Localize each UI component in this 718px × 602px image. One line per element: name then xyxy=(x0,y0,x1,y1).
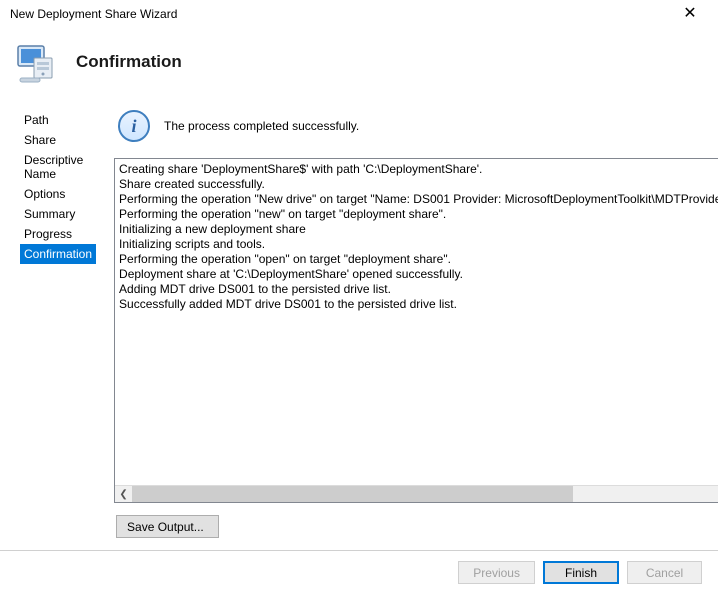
wizard-step-share[interactable]: Share xyxy=(20,130,96,150)
log-line: Deployment share at 'C:\DeploymentShare'… xyxy=(119,267,718,282)
log-line: Adding MDT drive DS001 to the persisted … xyxy=(119,282,718,297)
wizard-step-progress[interactable]: Progress xyxy=(20,224,96,244)
wizard-step-confirmation[interactable]: Confirmation xyxy=(20,244,96,264)
wizard-step-path[interactable]: Path xyxy=(20,110,96,130)
scroll-track[interactable] xyxy=(132,486,718,502)
wizard-footer: Previous Finish Cancel xyxy=(0,550,718,594)
window-title: New Deployment Share Wizard xyxy=(10,7,177,21)
wizard-body: PathShareDescriptive NameOptionsSummaryP… xyxy=(0,102,718,546)
wizard-header: Confirmation xyxy=(0,28,718,102)
steps-sidebar: PathShareDescriptive NameOptionsSummaryP… xyxy=(0,102,104,546)
log-line: Successfully added MDT drive DS001 to th… xyxy=(119,297,718,312)
info-icon: i xyxy=(118,110,150,142)
main-panel: i The process completed successfully. Cr… xyxy=(104,102,718,546)
status-message: The process completed successfully. xyxy=(164,119,359,133)
scroll-thumb[interactable] xyxy=(132,486,573,502)
log-output[interactable]: Creating share 'DeploymentShare$' with p… xyxy=(114,158,718,503)
save-output-button[interactable]: Save Output... xyxy=(116,515,219,538)
close-icon[interactable]: ✕ xyxy=(670,0,710,28)
log-line: Performing the operation "New drive" on … xyxy=(119,192,718,207)
log-line: Share created successfully. xyxy=(119,177,718,192)
log-line: Performing the operation "open" on targe… xyxy=(119,252,718,267)
output-buttons-row: Save Output... View Script xyxy=(114,503,718,538)
log-line: Initializing scripts and tools. xyxy=(119,237,718,252)
horizontal-scrollbar[interactable]: ❮ ❯ xyxy=(115,485,718,502)
computer-icon xyxy=(14,40,58,84)
wizard-step-descriptive-name[interactable]: Descriptive Name xyxy=(20,150,96,184)
finish-button[interactable]: Finish xyxy=(543,561,619,584)
cancel-button: Cancel xyxy=(627,561,702,584)
log-line: Creating share 'DeploymentShare$' with p… xyxy=(119,162,718,177)
wizard-step-options[interactable]: Options xyxy=(20,184,96,204)
status-row: i The process completed successfully. xyxy=(114,106,718,158)
page-title: Confirmation xyxy=(76,52,182,72)
log-line: Performing the operation "new" on target… xyxy=(119,207,718,222)
scroll-left-icon[interactable]: ❮ xyxy=(115,486,132,503)
previous-button: Previous xyxy=(458,561,535,584)
wizard-step-summary[interactable]: Summary xyxy=(20,204,96,224)
log-text: Creating share 'DeploymentShare$' with p… xyxy=(115,159,718,485)
titlebar: New Deployment Share Wizard ✕ xyxy=(0,0,718,28)
log-line: Initializing a new deployment share xyxy=(119,222,718,237)
